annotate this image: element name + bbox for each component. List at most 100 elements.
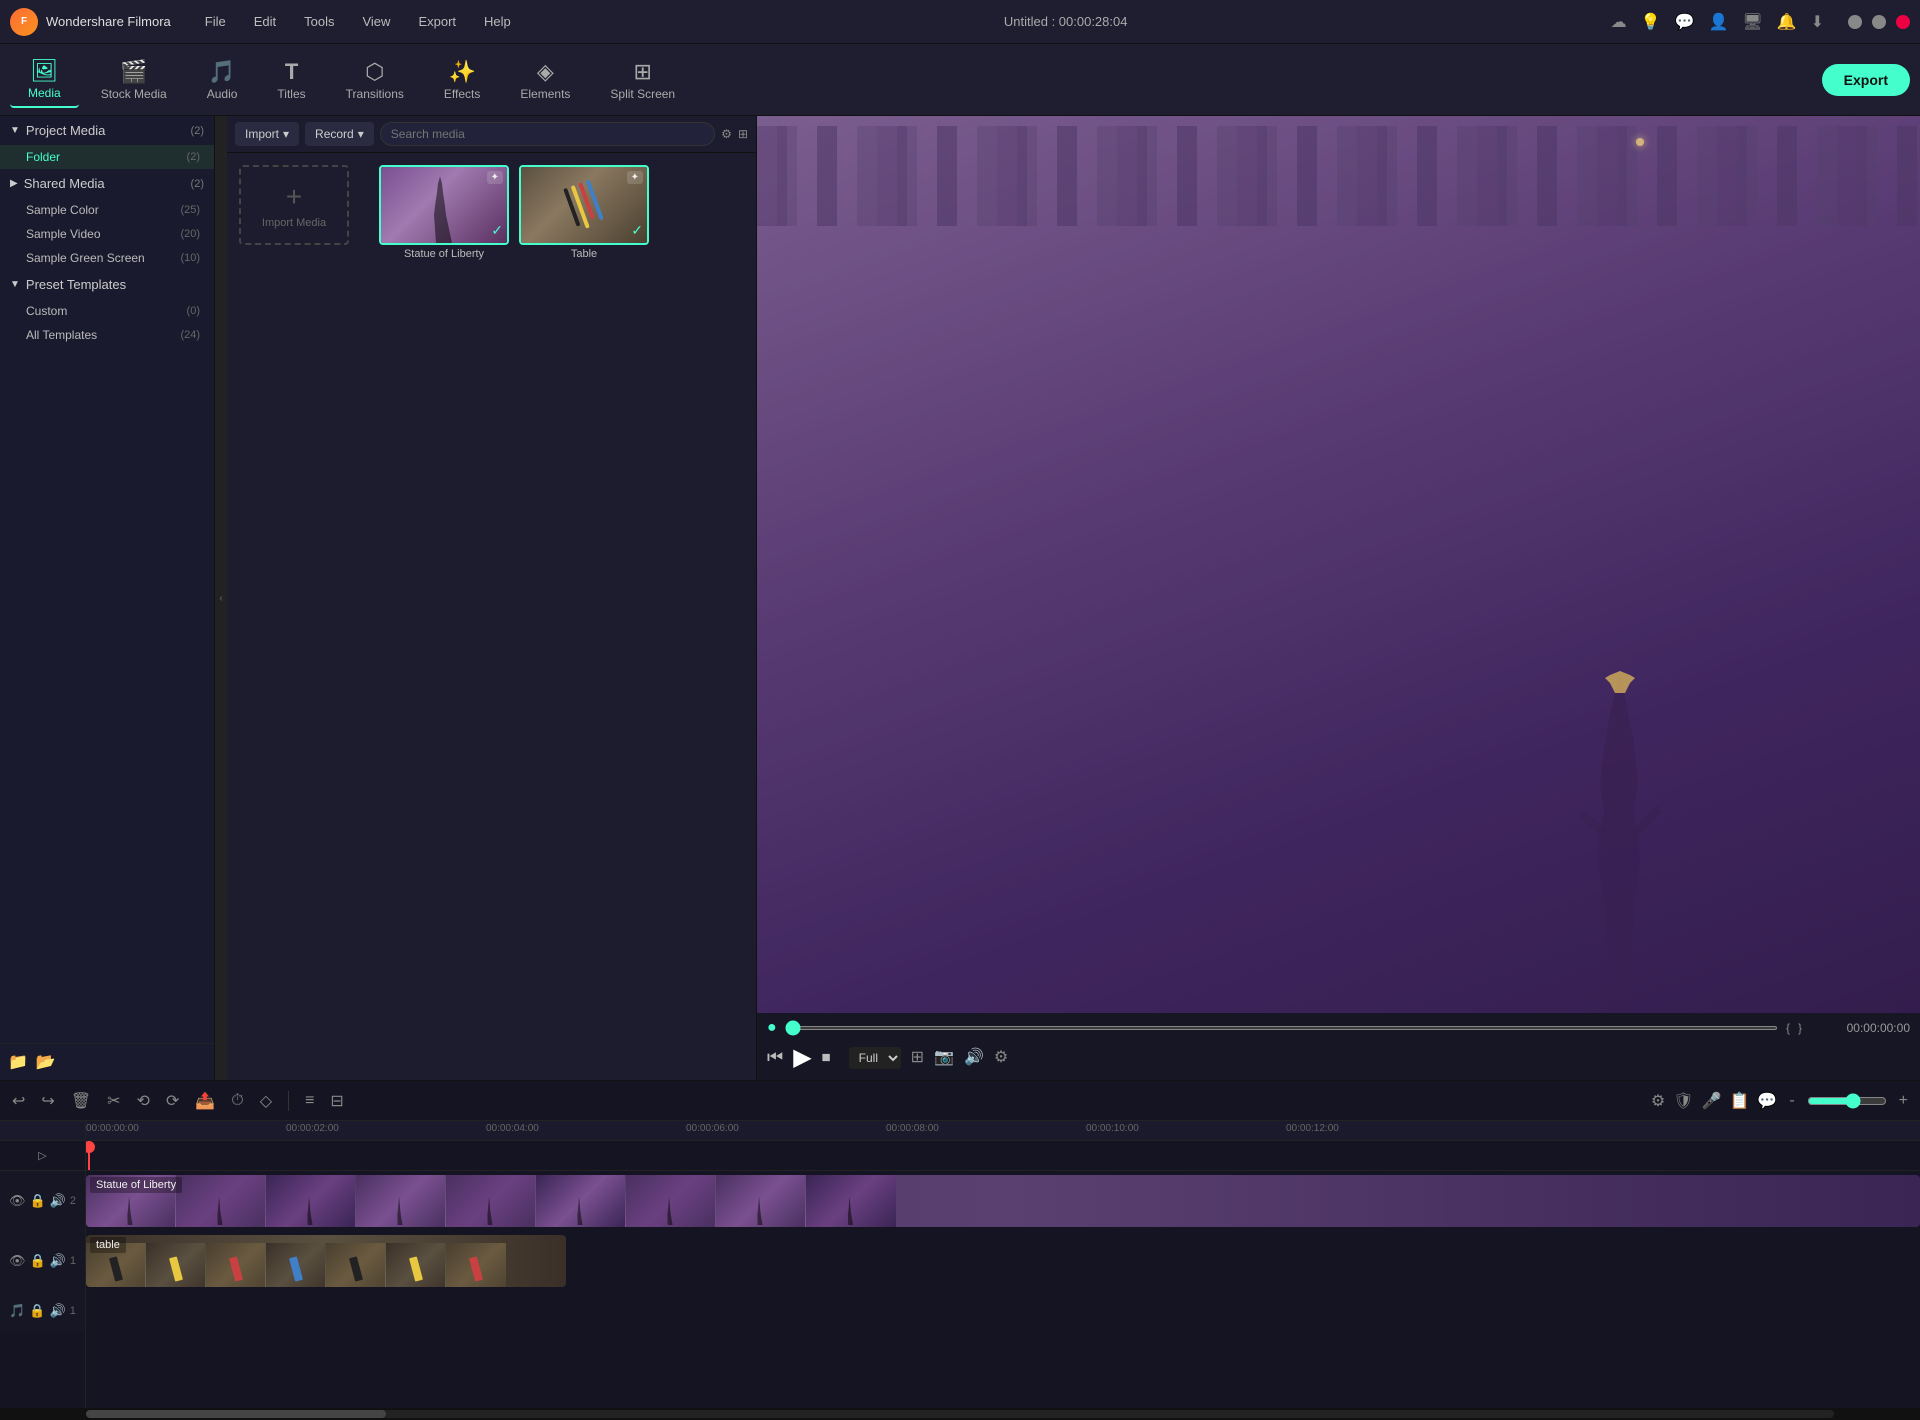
volume-icon-a1[interactable]: 🔊	[50, 1303, 66, 1319]
lock-icon-v1[interactable]: 🔒	[30, 1253, 46, 1269]
cloud-icon[interactable]: ☁	[1611, 12, 1627, 32]
import-media-placeholder[interactable]: + Import Media	[239, 165, 369, 1068]
quality-selector[interactable]: Full 1/2 1/4	[849, 1047, 901, 1069]
volume-icon[interactable]: 🔊	[964, 1047, 984, 1069]
toolbar-stock-media[interactable]: 🎬 Stock Media	[83, 53, 185, 107]
timeline-main[interactable]: 00:00:00:00 00:00:02:00 00:00:04:00 00:0…	[86, 1121, 1920, 1408]
crop-button[interactable]: ⟲	[133, 1089, 154, 1113]
maximize-button[interactable]: □	[1872, 15, 1886, 29]
all-templates-label: All Templates	[26, 328, 97, 342]
track-num-v1: 1	[70, 1255, 76, 1267]
stop-button[interactable]: ⏹	[822, 1047, 831, 1068]
track-content-video1[interactable]: table	[86, 1231, 1920, 1291]
chat-icon[interactable]: 💬	[1675, 12, 1695, 32]
sidebar-item-sample-green-screen[interactable]: Sample Green Screen (10)	[0, 246, 214, 270]
record-dropdown-icon[interactable]: ▾	[358, 127, 364, 141]
minimize-button[interactable]: ─	[1848, 15, 1862, 29]
playhead-handle[interactable]	[86, 1141, 95, 1153]
zoom-slider[interactable]	[1807, 1093, 1887, 1109]
lock-icon-v2[interactable]: 🔒	[30, 1193, 46, 1209]
import-placeholder-box[interactable]: + Import Media	[239, 165, 349, 245]
toolbar-audio[interactable]: 🎵 Audio	[189, 53, 256, 107]
shield-icon[interactable]: 🛡	[1673, 1091, 1693, 1111]
media-item-statue[interactable]: ✦ ✓ Statue of Liberty	[379, 165, 509, 1068]
menu-help[interactable]: Help	[474, 10, 521, 33]
rotate-button[interactable]: ⟳	[162, 1089, 183, 1113]
volume-icon-v1[interactable]: 🔊	[50, 1253, 66, 1269]
record-button[interactable]: Record ▾	[305, 122, 374, 146]
mic-icon[interactable]: 🎤	[1702, 1091, 1722, 1111]
undo-button[interactable]: ↩	[8, 1089, 29, 1113]
new-folder-icon[interactable]: 📂	[36, 1052, 56, 1072]
import-placeholder-label: Import Media	[262, 217, 326, 229]
section-project-media[interactable]: ▼ Project Media (2)	[0, 116, 214, 145]
zoom-in-button[interactable]: +	[1895, 1090, 1912, 1112]
snapshot-icon[interactable]: 📷	[934, 1047, 954, 1069]
search-input[interactable]	[380, 122, 715, 146]
audio-icon: 🎵	[208, 59, 235, 85]
import-button[interactable]: Import ▾	[235, 122, 299, 146]
add-folder-icon[interactable]: 📁	[8, 1052, 28, 1072]
volume-icon-v2[interactable]: 🔊	[50, 1193, 66, 1209]
menu-tools[interactable]: Tools	[294, 10, 344, 33]
filter-icon[interactable]: ⚙	[721, 127, 732, 141]
track-video2: Statue of Liberty	[86, 1171, 1920, 1231]
audio-settings-button[interactable]: ≡	[301, 1090, 318, 1112]
section-shared-media[interactable]: ▶ Shared Media (2)	[0, 169, 214, 198]
caption-icon[interactable]: 💬	[1757, 1091, 1777, 1111]
layers-icon[interactable]: 📋	[1729, 1091, 1749, 1111]
track-content-audio1[interactable]	[86, 1291, 1920, 1331]
audio-icon-a1[interactable]: 🎵	[9, 1303, 25, 1319]
toolbar-elements[interactable]: ◈ Elements	[502, 53, 588, 107]
panel-footer: 📁 📂	[0, 1043, 214, 1080]
rewind-button[interactable]: ⏮	[767, 1047, 783, 1068]
download-icon[interactable]: ⬇	[1811, 12, 1824, 32]
grid-view-icon[interactable]: ⊞	[738, 127, 748, 141]
sidebar-item-all-templates[interactable]: All Templates (24)	[0, 323, 214, 347]
export-tl-button[interactable]: 📤	[191, 1089, 219, 1113]
sidebar-item-custom[interactable]: Custom (0)	[0, 299, 214, 323]
sidebar-item-folder[interactable]: Folder (2)	[0, 145, 214, 169]
delete-button[interactable]: 🗑	[67, 1089, 95, 1113]
sample-color-label: Sample Color	[26, 203, 99, 217]
media-item-table[interactable]: ✦ ✓ Table	[519, 165, 649, 1068]
lock-icon-a1[interactable]: 🔒	[29, 1303, 45, 1319]
menu-export[interactable]: Export	[408, 10, 466, 33]
play-pause-button[interactable]: ▶	[793, 1043, 811, 1072]
sidebar-item-sample-video[interactable]: Sample Video (20)	[0, 222, 214, 246]
screen-fit-icon[interactable]: ⊞	[911, 1047, 924, 1069]
track-content-video2[interactable]: Statue of Liberty	[86, 1171, 1920, 1231]
eye-icon-v2[interactable]: 👁	[9, 1193, 26, 1209]
import-dropdown-icon[interactable]: ▾	[283, 127, 289, 141]
sidebar-item-sample-color[interactable]: Sample Color (25)	[0, 198, 214, 222]
toolbar-titles[interactable]: T Titles	[259, 53, 323, 107]
menu-file[interactable]: File	[195, 10, 236, 33]
menu-view[interactable]: View	[352, 10, 400, 33]
toolbar-effects[interactable]: ✨ Effects	[426, 53, 498, 107]
zoom-out-button[interactable]: -	[1785, 1090, 1798, 1112]
toolbar-split-screen[interactable]: ⊞ Split Screen	[592, 53, 693, 107]
keyframe-button[interactable]: ◇	[256, 1089, 276, 1113]
eye-icon-v1[interactable]: 👁	[9, 1253, 26, 1269]
close-button[interactable]: ✕	[1896, 15, 1910, 29]
settings-icon[interactable]: ⚙	[994, 1047, 1008, 1069]
settings-icon[interactable]: ⚙	[1651, 1091, 1665, 1111]
user-icon[interactable]: 👤	[1708, 12, 1728, 32]
bell-icon[interactable]: 🔔	[1777, 12, 1797, 32]
monitor-icon[interactable]: 🖥	[1742, 12, 1762, 32]
toolbar-transitions[interactable]: ⬡ Transitions	[328, 53, 422, 107]
cut-button[interactable]: ✂	[103, 1089, 124, 1113]
clip-statue-of-liberty[interactable]: Statue of Liberty	[86, 1175, 1920, 1227]
scrollbar-thumb[interactable]	[86, 1410, 386, 1418]
menu-edit[interactable]: Edit	[244, 10, 286, 33]
section-preset-templates[interactable]: ▼ Preset Templates	[0, 270, 214, 299]
clip-table[interactable]: table	[86, 1235, 566, 1287]
audio-mix-button[interactable]: ⊟	[326, 1089, 347, 1113]
bulb-icon[interactable]: 💡	[1641, 12, 1661, 32]
toolbar-media[interactable]: 🖼 Media	[10, 52, 79, 108]
export-button[interactable]: Export	[1822, 64, 1910, 96]
timer-button[interactable]: ⏱	[227, 1090, 247, 1112]
preview-progress-slider[interactable]	[785, 1026, 1778, 1030]
panel-collapse-button[interactable]: ‹	[215, 116, 227, 1080]
redo-button[interactable]: ↪	[37, 1089, 58, 1113]
